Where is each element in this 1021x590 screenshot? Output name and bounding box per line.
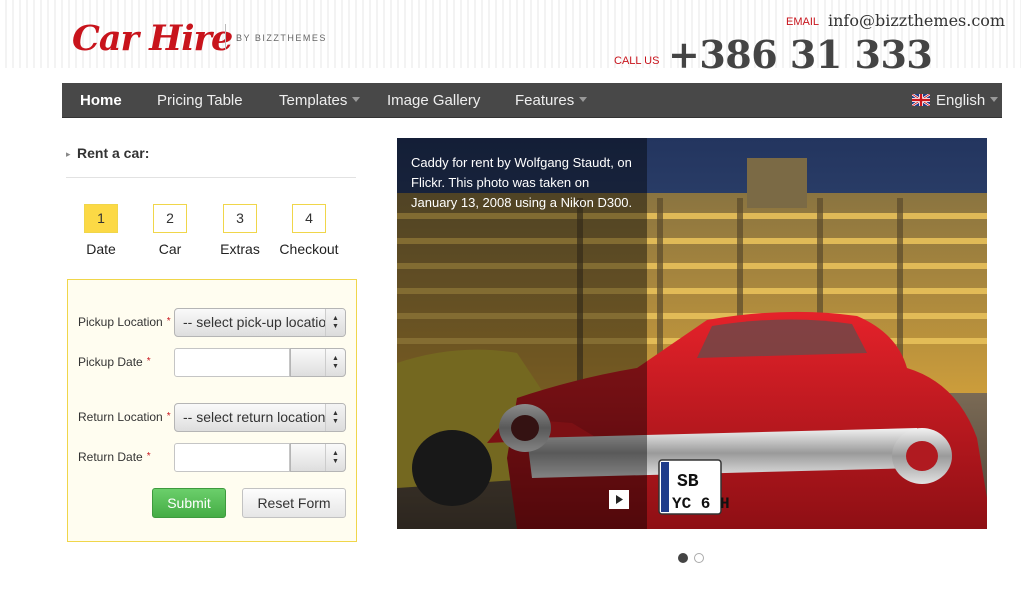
pickup-date-input[interactable] <box>174 348 290 377</box>
site-logo[interactable]: Car Hire <box>72 18 233 59</box>
language-selector[interactable]: English <box>912 83 999 118</box>
plate-line-2: YC 6 H <box>672 495 730 513</box>
pickup-location-value: -- select pick-up location -- <box>183 314 346 330</box>
plate-line-1: SB <box>677 472 699 492</box>
section-divider <box>66 177 356 178</box>
step-4-label: Checkout <box>279 241 339 257</box>
nav-item-label: Image Gallery <box>387 92 481 109</box>
reset-form-button[interactable]: Reset Form <box>242 488 346 518</box>
play-button[interactable] <box>609 490 629 509</box>
step-2-badge[interactable]: 2 <box>153 204 187 233</box>
nav-item-image-gallery[interactable]: Image Gallery <box>387 83 480 118</box>
nav-item-label: Templates <box>279 92 348 109</box>
step-3-badge[interactable]: 3 <box>223 204 257 233</box>
slide-dot-2[interactable] <box>694 553 704 563</box>
select-arrows-icon: ▲ ▼ <box>325 404 345 431</box>
nav-item-label: Features <box>515 92 575 109</box>
nav-item-features[interactable]: Features <box>515 83 588 118</box>
step-2-label: Car <box>158 241 182 257</box>
logo-byline: BY BIZZTHEMES <box>236 33 327 43</box>
step-3-label: Extras <box>220 241 260 257</box>
return-location-value: -- select return location -- <box>183 409 339 425</box>
select-arrows-icon: ▲ ▼ <box>325 309 345 336</box>
return-time-select[interactable]: ▲ ▼ <box>290 443 346 472</box>
bullet-icon: ▸ <box>66 149 71 159</box>
main-nav: Home Pricing Table Templates Image Galle… <box>62 83 1002 118</box>
pickup-date-label: Pickup Date * <box>78 355 151 369</box>
step-4-badge[interactable]: 4 <box>292 204 326 233</box>
chevron-down-icon <box>990 96 999 102</box>
play-icon <box>616 495 623 504</box>
step-1-badge[interactable]: 1 <box>84 204 118 233</box>
return-date-label: Return Date * <box>78 450 151 464</box>
chevron-down-icon <box>352 96 361 102</box>
call-label: CALL US <box>614 55 660 67</box>
pickup-location-label: Pickup Location * <box>78 315 171 329</box>
pickup-location-select[interactable]: -- select pick-up location -- ▲ ▼ <box>174 308 346 337</box>
email-label: EMAIL <box>786 16 820 28</box>
return-location-select[interactable]: -- select return location -- ▲ ▼ <box>174 403 346 432</box>
return-location-label: Return Location * <box>78 410 171 424</box>
nav-item-label: Pricing Table <box>157 92 243 109</box>
nav-item-pricing-table[interactable]: Pricing Table <box>157 83 243 118</box>
email-link[interactable]: info@bizzthemes.com <box>828 11 1005 30</box>
nav-item-label: Home <box>80 92 122 109</box>
slide-caption: Caddy for rent by Wolfgang Staudt, on Fl… <box>411 155 633 210</box>
language-label: English <box>936 92 986 109</box>
nav-item-home[interactable]: Home <box>80 83 122 118</box>
chevron-down-icon <box>579 96 588 102</box>
rent-title: Rent a car: <box>77 145 150 161</box>
submit-button[interactable]: Submit <box>152 488 226 518</box>
logo-divider <box>225 24 226 50</box>
return-date-input[interactable] <box>174 443 290 472</box>
uk-flag-icon <box>912 94 930 107</box>
nav-item-templates[interactable]: Templates <box>279 83 361 118</box>
select-arrows-icon: ▲ ▼ <box>325 349 345 376</box>
step-1-label: Date <box>86 241 116 257</box>
image-slider[interactable]: SB YC 6 H Caddy for rent by Wolfgang Sta… <box>397 138 987 529</box>
select-arrows-icon: ▲ ▼ <box>325 444 345 471</box>
pickup-time-select[interactable]: ▲ ▼ <box>290 348 346 377</box>
slide-dot-1[interactable] <box>678 553 688 563</box>
